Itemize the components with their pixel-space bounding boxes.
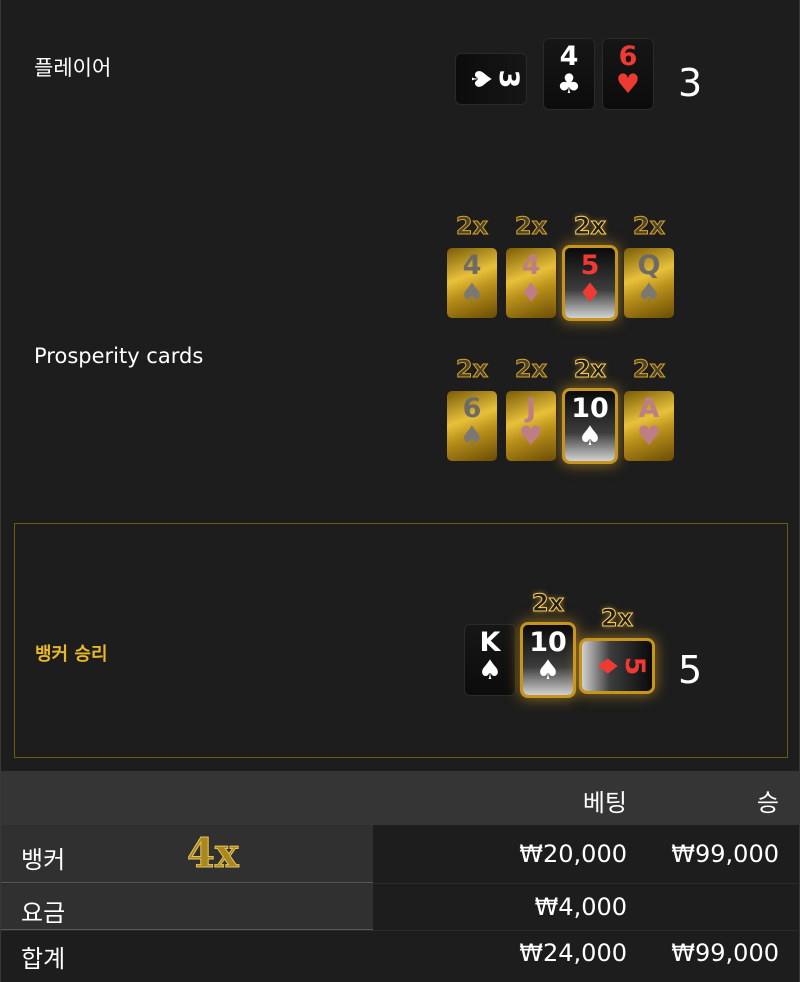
row-bet: ₩4,000: [534, 893, 627, 921]
player-card-3: 6 ♥: [603, 39, 653, 109]
bet-results-table: 베팅 승 뱅커 4x ₩20,000 ₩99,000 요금 ₩4,000 합계 …: [1, 771, 800, 982]
prosperity-card: 6 ♠: [447, 391, 497, 461]
header-win: 승: [756, 789, 779, 817]
prosperity-multiplier: 2x: [514, 212, 548, 241]
table-row-total: 합계 ₩24,000 ₩99,000: [1, 931, 800, 982]
banker-win-label: 뱅커 승리: [35, 644, 108, 665]
row-bet: ₩24,000: [519, 939, 627, 967]
row-label: 뱅커: [21, 846, 66, 874]
result-panel: 플레이어 3 ♠ 4 ♣ 6 ♥ 3 Prosperity cards 2x 2…: [0, 0, 800, 982]
prosperity-card-active: 10 ♠: [565, 391, 615, 461]
prosperity-multiplier: 2x: [455, 212, 489, 241]
player-card-2: 4 ♣: [544, 39, 594, 109]
row-win: ₩99,000: [671, 840, 779, 868]
banker-card-1: K ♠: [465, 625, 515, 695]
player-card-1: 3 ♠: [456, 54, 526, 104]
table-row: 뱅커 4x ₩20,000 ₩99,000: [1, 825, 800, 883]
prosperity-card: Q ♠: [624, 248, 674, 318]
player-score: 3: [678, 61, 703, 105]
prosperity-multiplier: 2x: [514, 355, 548, 384]
banker-card-multiplier: 2x: [600, 604, 634, 633]
row-win: ₩99,000: [671, 939, 779, 967]
prosperity-multiplier: 2x: [573, 212, 607, 241]
banker-card-3: 5 ♦: [582, 641, 652, 691]
prosperity-label: Prosperity cards: [34, 344, 204, 368]
banker-score: 5: [678, 648, 703, 692]
row-bet: ₩20,000: [519, 840, 627, 868]
player-label: 플레이어: [34, 56, 112, 80]
row-label: 합계: [21, 945, 66, 973]
prosperity-card: J ♥: [506, 391, 556, 461]
banker-card-multiplier: 2x: [531, 589, 565, 618]
header-bet: 베팅: [582, 789, 627, 817]
prosperity-card: A ♥: [624, 391, 674, 461]
row-label: 요금: [21, 899, 66, 927]
prosperity-multiplier: 2x: [455, 355, 489, 384]
banker-card-2: 10 ♠: [523, 625, 573, 695]
banker-multiplier: 4x: [187, 830, 240, 878]
prosperity-card-active: 5 ♦: [565, 248, 615, 318]
banker-win-box: [14, 523, 788, 758]
prosperity-card: 4 ♠: [447, 248, 497, 318]
prosperity-multiplier: 2x: [573, 355, 607, 384]
prosperity-multiplier: 2x: [632, 212, 666, 241]
table-row: 요금 ₩4,000: [1, 884, 800, 930]
prosperity-card: 4 ♦: [506, 248, 556, 318]
table-header: 베팅 승: [1, 771, 800, 825]
prosperity-multiplier: 2x: [632, 355, 666, 384]
